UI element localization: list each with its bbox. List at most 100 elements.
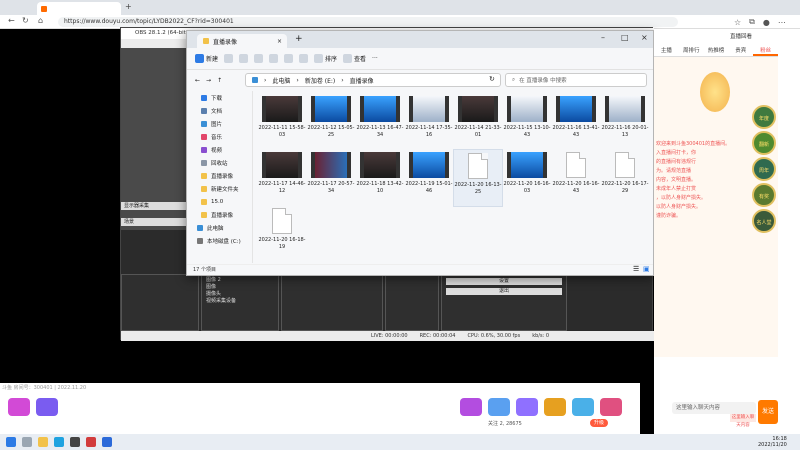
replay-link[interactable]: 直播回看 [730, 32, 752, 40]
start-icon[interactable] [6, 437, 16, 447]
explorer-tab[interactable]: 直播录像 × [197, 34, 287, 48]
nav-item[interactable]: 直播录像 [187, 169, 252, 182]
nav-item[interactable]: 图片 [187, 117, 252, 130]
source-item[interactable]: 图像 [206, 284, 274, 291]
file-item[interactable]: 2022-11-20 16-16-43 [551, 149, 601, 207]
nav-item[interactable]: 此电脑 [187, 221, 252, 234]
refresh-icon[interactable]: ↻ [22, 16, 29, 25]
gift-icon[interactable] [544, 398, 566, 416]
file-item[interactable]: 2022-11-19 15-01-46 [404, 149, 454, 207]
file-item[interactable]: 2022-11-16 20-01-13 [600, 93, 650, 151]
search-box[interactable]: ⌕ 在 直播录像 中搜索 [505, 73, 647, 87]
activity-badge[interactable]: 翻新 [752, 131, 776, 155]
browser-tab[interactable] [37, 2, 121, 15]
file-item[interactable]: 2022-11-16 13-41-43 [551, 93, 601, 151]
nav-item[interactable]: 音乐 [187, 130, 252, 143]
level-badge[interactable]: 升级 [590, 419, 608, 427]
back-icon[interactable]: ← [195, 77, 200, 84]
nav-item[interactable]: 视频 [187, 143, 252, 156]
breadcrumb-item[interactable]: 新加卷 (E:) [305, 76, 335, 85]
nav-item[interactable]: 文档 [187, 104, 252, 117]
gift-icon[interactable] [460, 398, 482, 416]
file-item[interactable]: 2022-11-15 13-10-43 [502, 93, 552, 151]
edge-icon[interactable] [54, 437, 64, 447]
send-button[interactable]: 发送 [758, 400, 778, 424]
source-item[interactable]: 图像 2 [206, 277, 274, 284]
profile-icon[interactable]: ● [763, 18, 770, 27]
up-icon[interactable]: ↑ [217, 77, 222, 84]
gift-icon[interactable] [488, 398, 510, 416]
gift-icon[interactable] [516, 398, 538, 416]
file-item[interactable]: 2022-11-20 16-17-29 [600, 149, 650, 207]
obs-icon[interactable] [70, 437, 80, 447]
file-item[interactable]: 2022-11-14 17-35-16 [404, 93, 454, 151]
tab-hot[interactable]: 热推榜 [704, 45, 729, 56]
forward-icon[interactable]: → [206, 77, 211, 84]
search-icon[interactable] [22, 437, 32, 447]
minimize-icon[interactable]: – [601, 33, 605, 42]
collections-icon[interactable]: ⧉ [749, 17, 755, 27]
gift-icon[interactable] [36, 398, 58, 416]
nav-item[interactable]: 回收站 [187, 156, 252, 169]
gift-icon[interactable] [572, 398, 594, 416]
breadcrumb[interactable]: › 此电脑 › 新加卷 (E:) › 直播录像 [245, 73, 501, 87]
menu-icon[interactable]: ⋯ [778, 18, 786, 27]
delete-icon[interactable] [299, 54, 309, 63]
sort-button[interactable]: 排序 [314, 54, 337, 63]
favorites-icon[interactable]: ☆ [734, 18, 741, 27]
gift-icon[interactable] [600, 398, 622, 416]
share-icon[interactable] [284, 54, 294, 63]
nav-item[interactable]: 新建文件夹 [187, 182, 252, 195]
rename-icon[interactable] [269, 54, 279, 63]
details-view-icon[interactable]: ☰ [633, 265, 639, 273]
app-icon[interactable] [102, 437, 112, 447]
maximize-icon[interactable]: □ [621, 33, 629, 42]
tab-anchor[interactable]: 主播 [654, 45, 679, 56]
nav-item[interactable]: 本地磁盘 (C:) [187, 234, 252, 247]
exit-button[interactable]: 退出 [446, 288, 562, 295]
app-icon[interactable] [86, 437, 96, 447]
copy-icon[interactable] [239, 54, 249, 63]
refresh-icon[interactable]: ↻ [489, 75, 495, 83]
file-item[interactable]: 2022-11-17 20-57-34 [306, 149, 356, 207]
tab-weekly[interactable]: 周排行 [679, 45, 704, 56]
settings-button[interactable]: 设置 [446, 278, 562, 285]
file-item[interactable]: 2022-11-20 16-18-19 [257, 205, 307, 263]
source-item[interactable]: 摄像头 [206, 291, 274, 298]
paste-icon[interactable] [254, 54, 264, 63]
new-tab-button[interactable]: + [295, 34, 303, 44]
nav-item[interactable]: 下载 [187, 91, 252, 104]
breadcrumb-item[interactable]: 此电脑 [272, 76, 290, 85]
close-icon[interactable]: × [641, 33, 648, 42]
file-item[interactable]: 2022-11-13 16-47-34 [355, 93, 405, 151]
file-item[interactable]: 2022-11-18 13-42-10 [355, 149, 405, 207]
gift-icon[interactable] [8, 398, 30, 416]
activity-badge[interactable]: 年度 [752, 105, 776, 129]
activity-badge[interactable]: 名人堂 [752, 209, 776, 233]
file-item[interactable]: 2022-11-12 15-05-25 [306, 93, 356, 151]
chat-input[interactable]: 这里输入聊天内容 [672, 402, 756, 414]
file-item[interactable]: 2022-11-11 15-58-03 [257, 93, 307, 151]
tiles-view-icon[interactable]: ▣ [643, 265, 650, 273]
back-icon[interactable]: ← [8, 16, 15, 25]
address-bar[interactable]: https://www.douyu.com/topic/LYDB2022_CF?… [58, 17, 678, 27]
file-item[interactable]: 2022-11-20 16-13-25 [453, 149, 503, 207]
file-item[interactable]: 2022-11-17 14-46-12 [257, 149, 307, 207]
activity-badge[interactable]: 周年 [752, 157, 776, 181]
more-button[interactable]: ··· [372, 55, 378, 62]
new-button[interactable]: 新建 [195, 54, 218, 63]
activity-badge[interactable]: 有奖 [752, 183, 776, 207]
nav-item[interactable]: 15.0 [187, 195, 252, 208]
breadcrumb-item[interactable]: 直播录像 [350, 76, 374, 85]
file-item[interactable]: 2022-11-20 16-16-03 [502, 149, 552, 207]
cut-icon[interactable] [224, 54, 234, 63]
new-tab-button[interactable]: + [125, 2, 132, 11]
file-explorer-icon[interactable] [38, 437, 48, 447]
home-icon[interactable]: ⌂ [38, 16, 43, 25]
close-tab-icon[interactable]: × [277, 38, 282, 45]
nav-item[interactable]: 直播录像 [187, 208, 252, 221]
tab-fans[interactable]: 粉丝 [753, 45, 778, 56]
source-item[interactable]: 视频采集设备 [206, 298, 274, 305]
tab-vip[interactable]: 贵宾 [728, 45, 753, 56]
file-item[interactable]: 2022-11-14 21-33-01 [453, 93, 503, 151]
